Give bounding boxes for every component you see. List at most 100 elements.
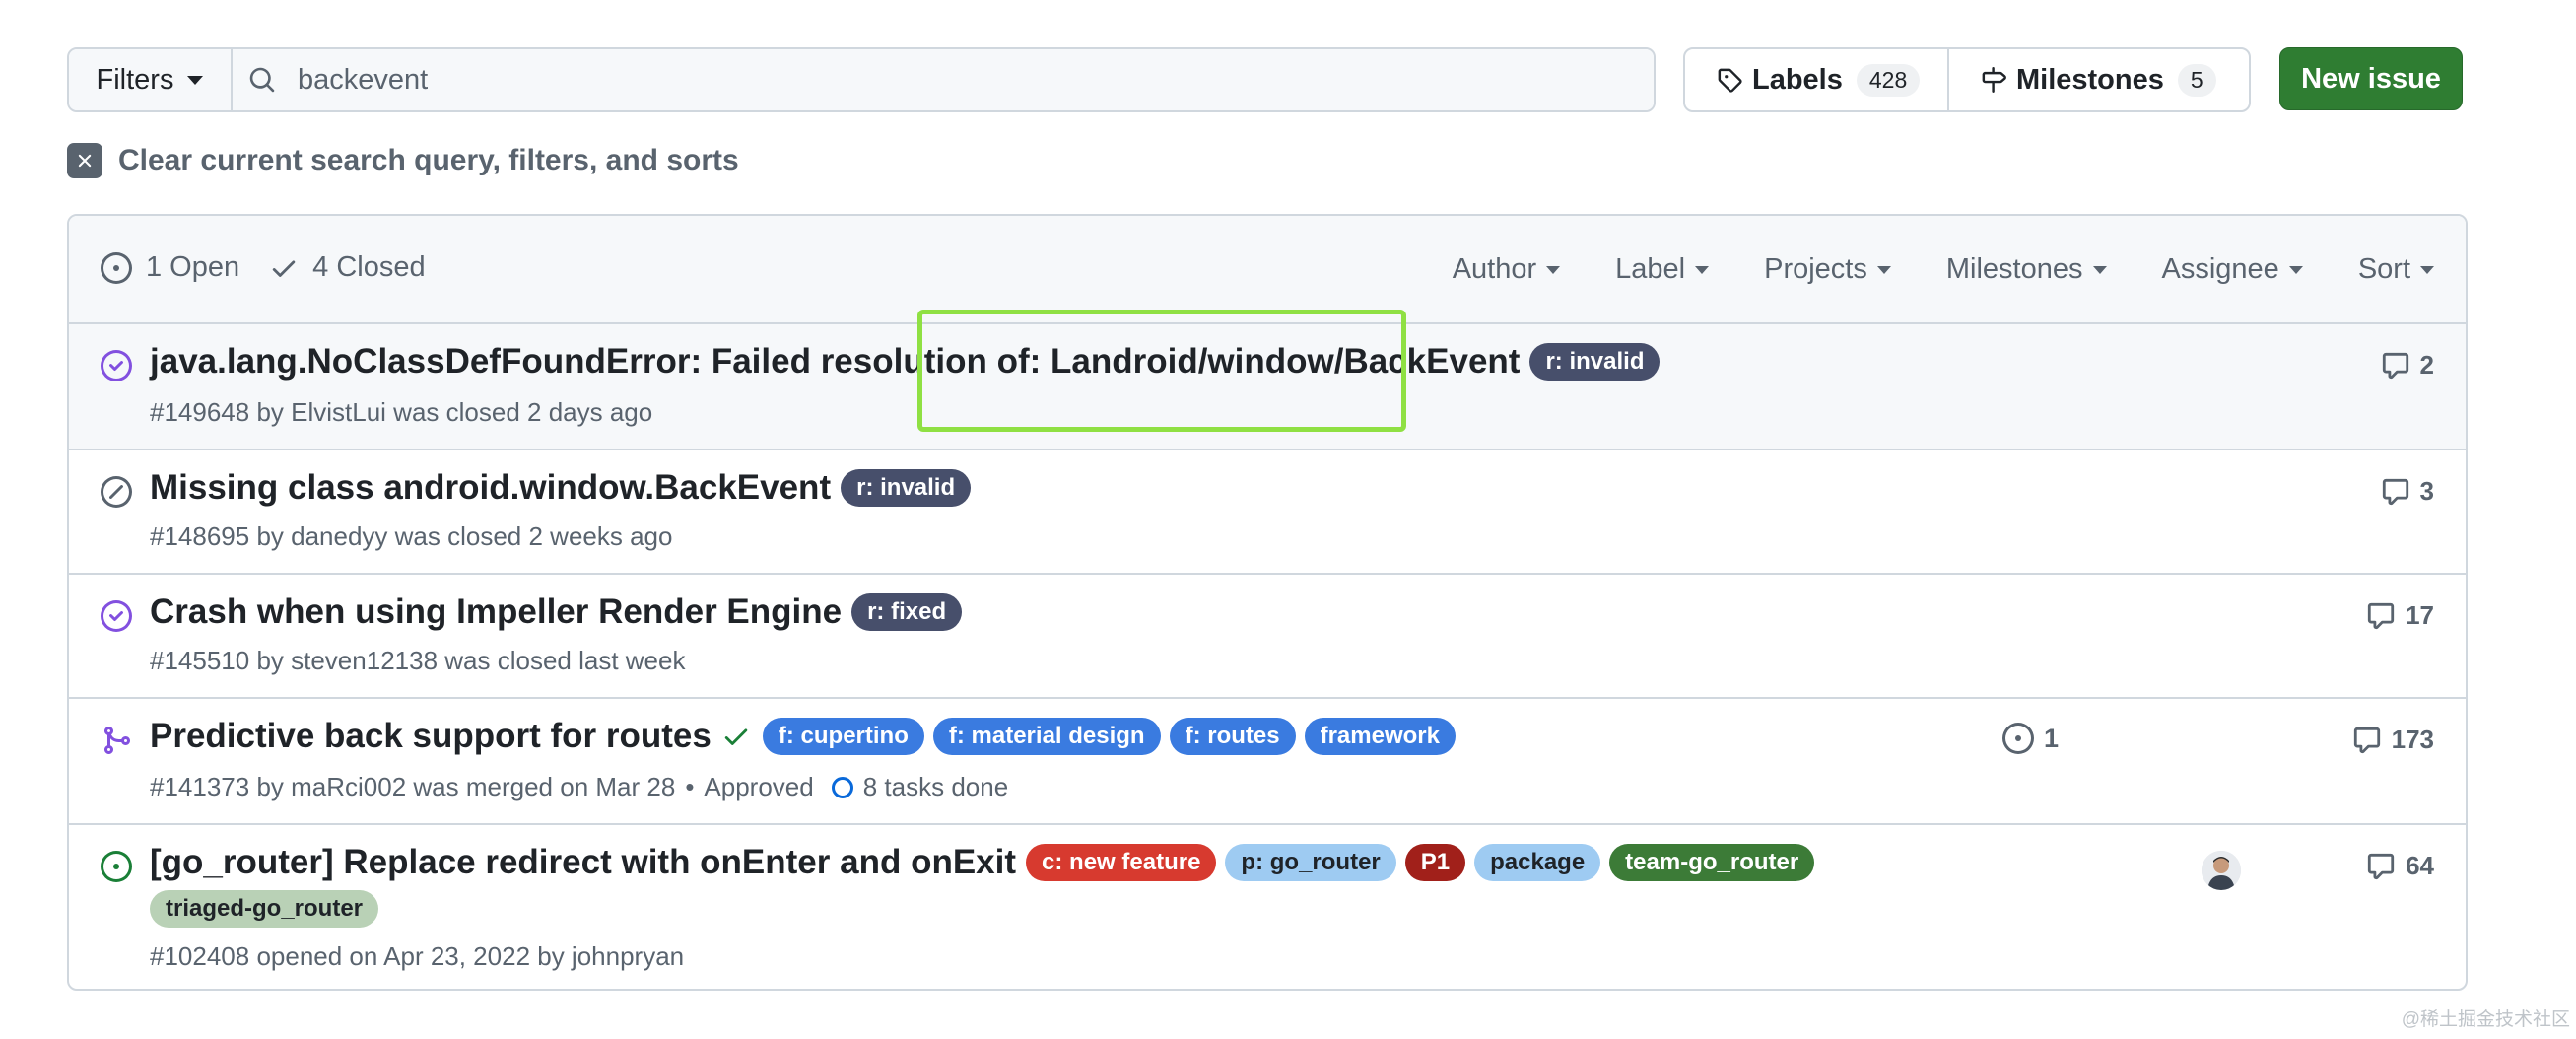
comment-icon	[2367, 602, 2395, 629]
progress-ring-icon	[831, 776, 853, 798]
milestones-dropdown[interactable]: Milestones	[1946, 253, 2107, 286]
pull-request-row: Predictive back support for routes f: cu…	[69, 699, 2466, 825]
issue-label[interactable]: r: fixed	[851, 593, 963, 631]
issue-label[interactable]: P1	[1404, 844, 1466, 881]
issue-list-header: 1 Open 4 Closed Author Label Projects Mi…	[69, 216, 2466, 324]
issue-title[interactable]: Missing class android.window.BackEvent	[150, 468, 831, 508]
labels-milestones-group: Labels 428 Milestones 5	[1683, 47, 2251, 112]
issue-label[interactable]: f: routes	[1169, 718, 1296, 755]
skip-icon	[101, 476, 132, 508]
comment-count: 2	[2419, 350, 2434, 380]
issue-label[interactable]: framework	[1304, 718, 1456, 755]
review-status[interactable]: Approved	[704, 772, 813, 802]
issue-meta: #141373 by maRci002 was merged on Mar 28…	[150, 772, 1008, 802]
issue-meta: #148695 by danedyy was closed 2 weeks ag…	[150, 521, 673, 551]
author-dropdown[interactable]: Author	[1453, 253, 1561, 286]
issue-open-icon	[101, 251, 132, 284]
watermark: @稀土掘金技术社区	[2401, 1009, 2570, 1030]
labels-button[interactable]: Labels 428	[1685, 49, 1947, 110]
projects-dropdown[interactable]: Projects	[1764, 253, 1891, 286]
open-count-label: 1 Open	[146, 251, 240, 283]
issue-label[interactable]: r: invalid	[1529, 343, 1661, 381]
linked-issues[interactable]: 1	[2002, 723, 2059, 754]
labels-label: Labels	[1752, 63, 1843, 96]
filters-label: Filters	[96, 63, 174, 96]
issue-closed-icon	[101, 350, 132, 381]
open-filter[interactable]: 1 Open	[101, 251, 239, 284]
user-avatar-icon	[2202, 851, 2241, 890]
chevron-down-icon	[2420, 265, 2434, 274]
issue-row: Crash when using Impeller Render Engine …	[69, 575, 2466, 699]
merged-icon	[104, 727, 131, 754]
filter-search-group: Filters	[67, 47, 1656, 112]
comment-icon	[2382, 478, 2408, 505]
sort-label: Sort	[2357, 253, 2410, 285]
chevron-down-icon	[1695, 265, 1710, 274]
issues-toolbar: Filters Labels 428 Milestones 5 New issu…	[67, 47, 2466, 112]
linked-count: 1	[2044, 723, 2060, 753]
projects-label: Projects	[1764, 253, 1867, 285]
chevron-down-icon	[1546, 265, 1561, 274]
comments-link[interactable]: 173	[2352, 725, 2434, 755]
comment-icon	[2367, 853, 2395, 879]
milestones-dropdown-label: Milestones	[1945, 253, 2083, 285]
labels-count: 428	[1856, 63, 1921, 97]
issue-row: Missing class android.window.BackEvent r…	[69, 450, 2466, 575]
close-icon	[67, 143, 102, 178]
issue-label[interactable]: triaged-go_router	[150, 890, 379, 928]
comments-link[interactable]: 64	[2366, 851, 2434, 881]
clear-filters-label: Clear current search query, filters, and…	[118, 144, 739, 176]
comment-count: 64	[2406, 851, 2434, 880]
issue-row: [go_router] Replace redirect with onEnte…	[69, 825, 2466, 989]
highlight-annotation-box	[917, 310, 1406, 432]
milestones-label: Milestones	[2016, 63, 2164, 96]
tasks-status: 8 tasks done	[862, 772, 1009, 801]
issue-meta: #149648 by ElvistLui was closed 2 days a…	[150, 397, 653, 427]
issue-closed-icon	[101, 600, 132, 632]
assignee-label: Assignee	[2161, 253, 2279, 285]
chevron-down-icon	[187, 75, 204, 85]
issue-title[interactable]: [go_router] Replace redirect with onEnte…	[150, 843, 1016, 882]
comment-icon	[2382, 352, 2408, 379]
issue-label[interactable]: f: material design	[932, 718, 1161, 755]
tag-icon	[1718, 68, 1742, 93]
chevron-down-icon	[2092, 265, 2107, 274]
issue-title[interactable]: Crash when using Impeller Render Engine	[150, 592, 842, 632]
closed-count-label: 4 Closed	[312, 251, 426, 283]
assignee-dropdown[interactable]: Assignee	[2162, 253, 2303, 286]
comments-link[interactable]: 17	[2366, 600, 2434, 631]
issue-label[interactable]: r: invalid	[841, 469, 972, 507]
comment-count: 173	[2391, 725, 2434, 754]
comments-link[interactable]: 3	[2381, 476, 2434, 507]
new-issue-button[interactable]: New issue	[2279, 47, 2463, 110]
search-input[interactable]	[296, 59, 1581, 101]
state-toggles: 1 Open 4 Closed	[101, 251, 455, 284]
issue-label[interactable]: p: go_router	[1225, 844, 1396, 881]
comments-link[interactable]: 2	[2381, 350, 2434, 381]
search-box[interactable]	[233, 49, 1654, 110]
pull-request-title[interactable]: Predictive back support for routes	[150, 717, 712, 756]
milestones-count: 5	[2177, 63, 2216, 97]
comment-count: 3	[2419, 476, 2434, 506]
issue-label[interactable]: team-go_router	[1609, 844, 1815, 881]
issue-title-line: Predictive back support for routes f: cu…	[150, 717, 1464, 756]
issue-label[interactable]: c: new feature	[1026, 844, 1217, 881]
label-label: Label	[1615, 253, 1686, 285]
label-dropdown[interactable]: Label	[1615, 253, 1710, 286]
issue-title-line: java.lang.NoClassDefFoundError: Failed r…	[150, 342, 1668, 381]
milestones-button[interactable]: Milestones 5	[1947, 49, 2249, 110]
issue-label[interactable]: f: cupertino	[762, 718, 924, 755]
separator-dot: •	[685, 772, 695, 801]
search-icon	[249, 67, 275, 93]
avatar[interactable]	[2202, 851, 2241, 890]
sort-dropdown[interactable]: Sort	[2358, 253, 2434, 286]
clear-filters-link[interactable]: Clear current search query, filters, and…	[67, 143, 739, 178]
comment-count: 17	[2406, 600, 2434, 630]
issue-meta: #102408 opened on Apr 23, 2022 by johnpr…	[150, 941, 685, 971]
filters-button[interactable]: Filters	[69, 49, 233, 110]
check-icon	[272, 260, 296, 277]
closed-filter[interactable]: 4 Closed	[269, 251, 426, 284]
issue-meta: #145510 by steven12138 was closed last w…	[150, 646, 686, 675]
issue-label[interactable]: package	[1474, 844, 1601, 881]
facet-filters: Author Label Projects Milestones Assigne…	[1397, 253, 2434, 286]
